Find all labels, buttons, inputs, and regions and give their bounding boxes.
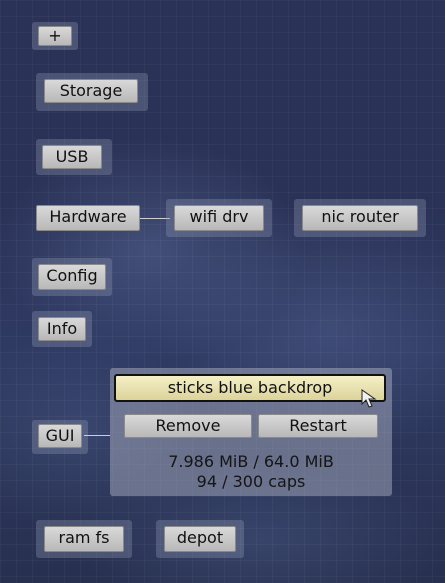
usb-button[interactable]: USB xyxy=(42,145,102,169)
remove-button[interactable]: Remove xyxy=(124,414,252,438)
ram-fs-button[interactable]: ram fs xyxy=(44,526,124,552)
storage-button[interactable]: Storage xyxy=(44,79,138,103)
mouse-pointer-icon xyxy=(361,389,377,408)
gui-button[interactable]: GUI xyxy=(38,424,82,448)
nic-router-button[interactable]: nic router xyxy=(302,205,418,231)
depot-button[interactable]: depot xyxy=(164,526,236,552)
selected-component-item[interactable]: sticks blue backdrop xyxy=(114,374,386,402)
gui-connector xyxy=(84,435,110,436)
caps-usage-text: 94 / 300 caps xyxy=(196,472,306,491)
wifi-drv-button[interactable]: wifi drv xyxy=(174,205,264,231)
restart-button[interactable]: Restart xyxy=(258,414,378,438)
add-button[interactable]: + xyxy=(38,26,72,46)
config-button[interactable]: Config xyxy=(38,264,106,290)
info-button[interactable]: Info xyxy=(38,317,86,341)
hardware-button[interactable]: Hardware xyxy=(36,205,140,231)
ram-usage-text: 7.986 MiB / 64.0 MiB xyxy=(168,452,334,471)
